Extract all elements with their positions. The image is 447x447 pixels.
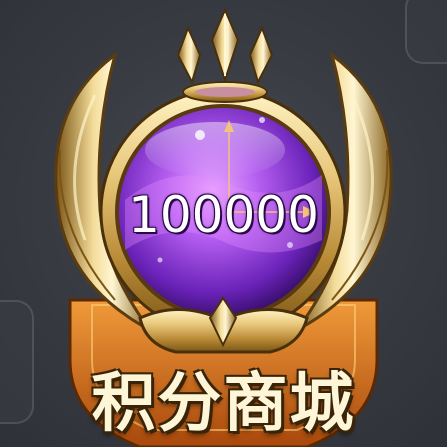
- points-mall-entry[interactable]: 100000 积分商城: [0, 0, 447, 447]
- points-balance: 100000: [128, 186, 319, 244]
- crown-icon: [176, 7, 274, 103]
- points-mall-title: 积分商城: [91, 367, 356, 441]
